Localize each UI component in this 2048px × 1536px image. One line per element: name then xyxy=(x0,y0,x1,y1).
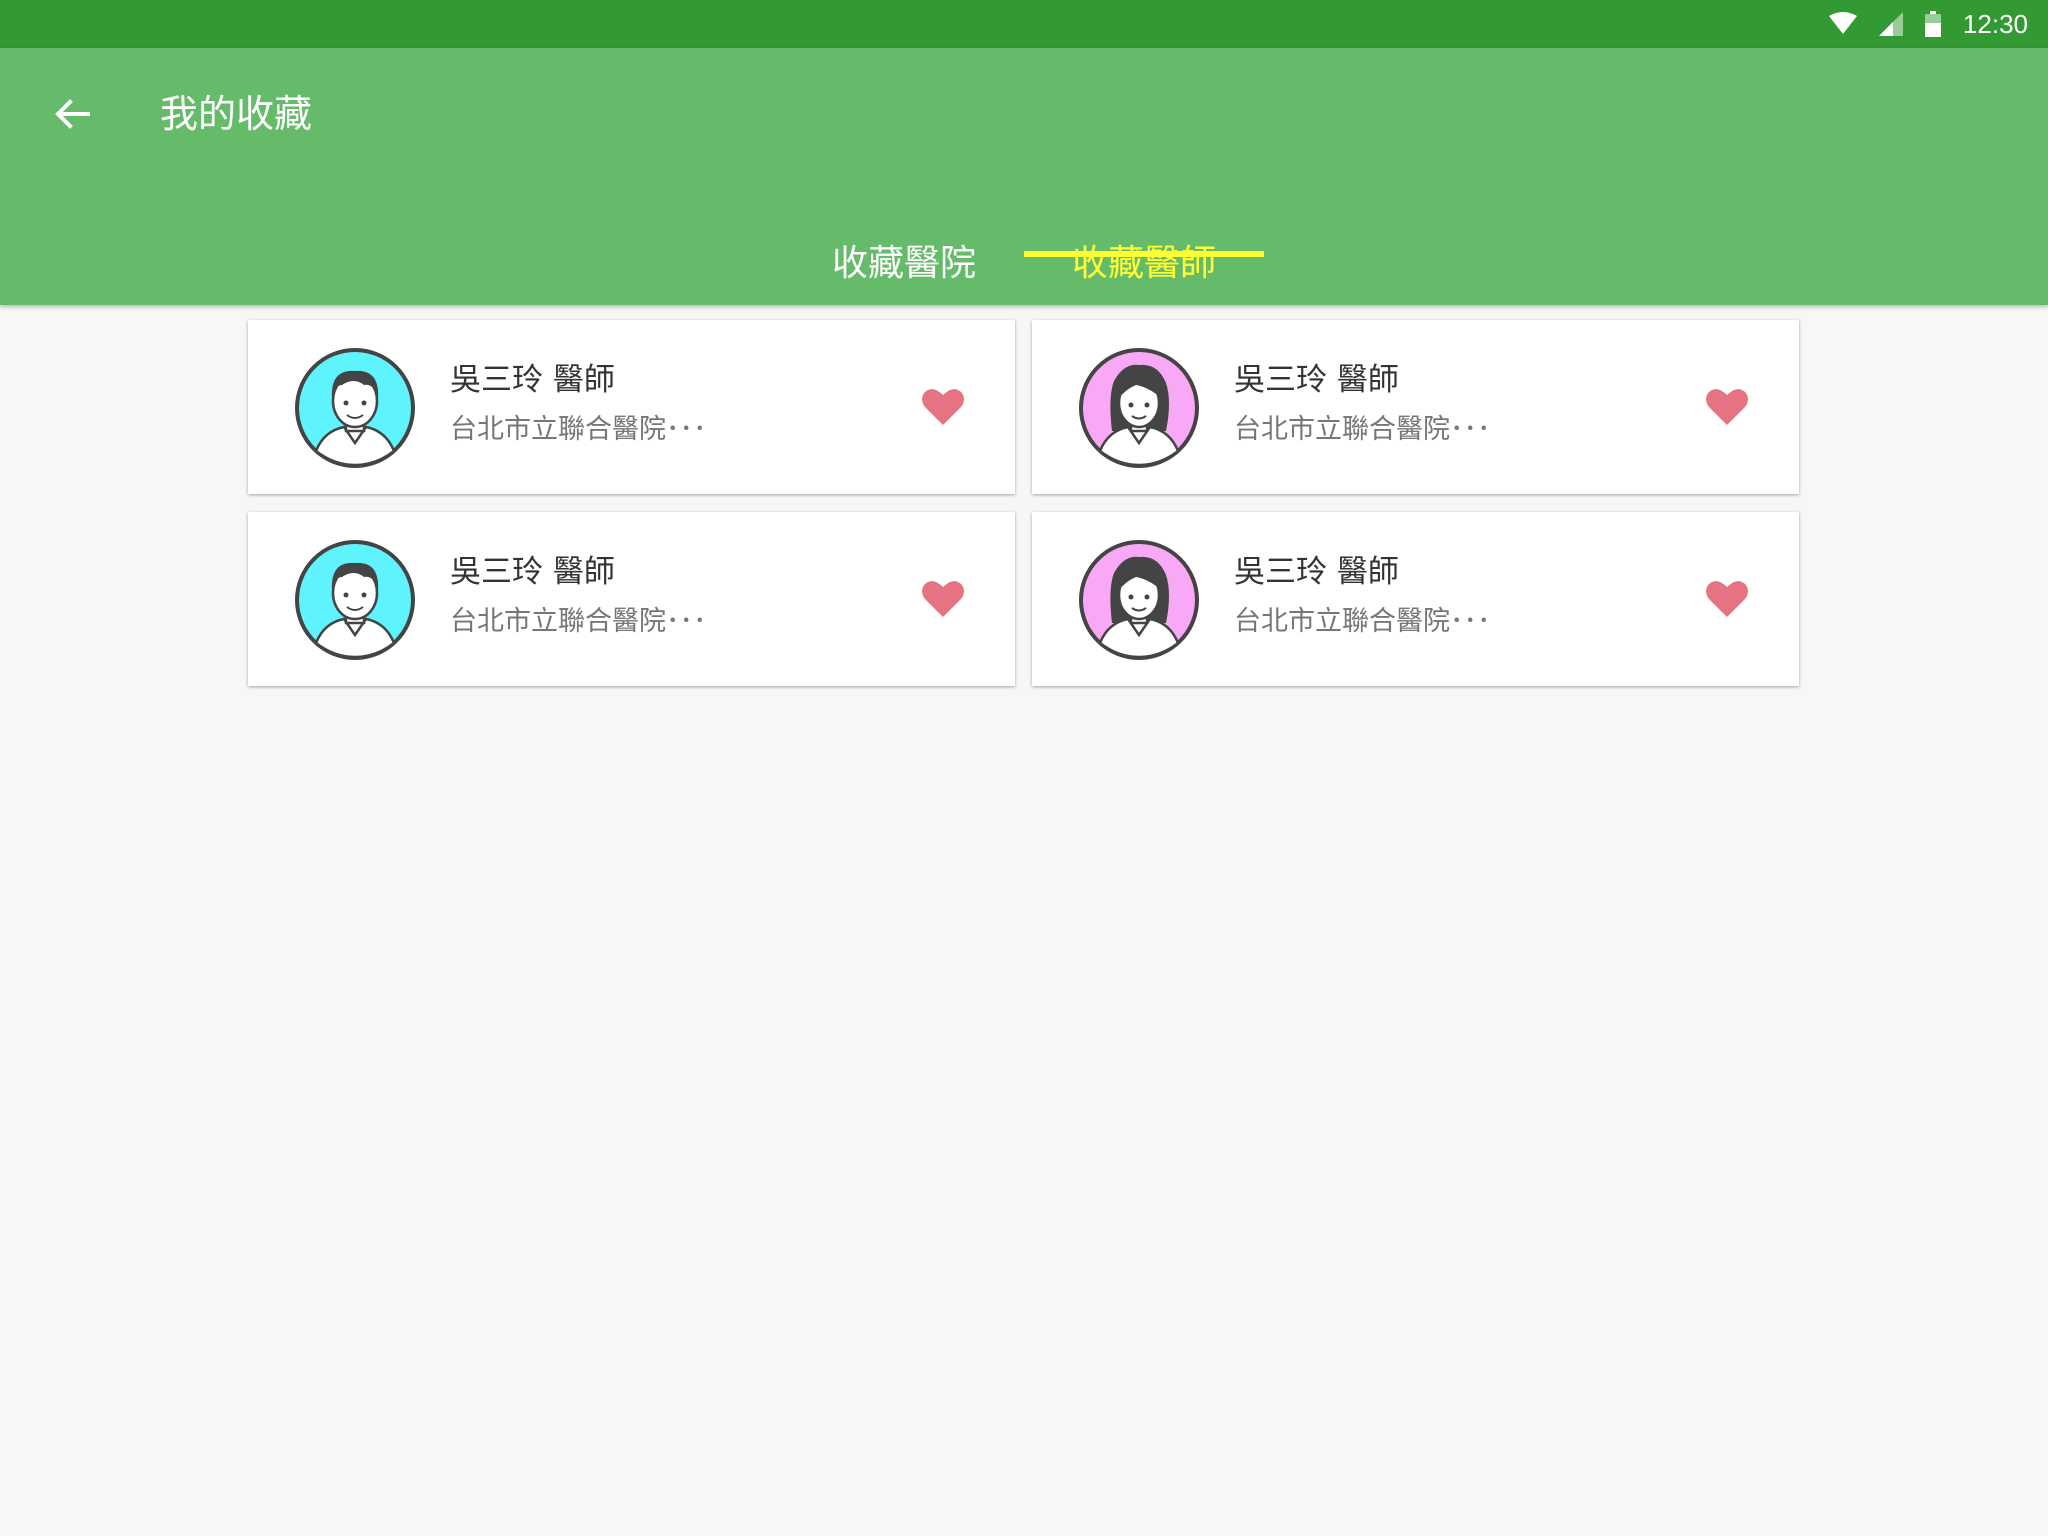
doctor-card[interactable]: 吳三玲 醫師 台北市立聯合醫院･･･ xyxy=(1032,320,1799,494)
doctor-hospital: 台北市立聯合醫院･･･ xyxy=(450,414,707,445)
tab-favorite-doctors[interactable]: 收藏醫師 xyxy=(1024,180,1264,284)
back-button[interactable] xyxy=(48,90,96,138)
wifi-icon xyxy=(1828,12,1857,36)
status-time: 12:30 xyxy=(1962,8,2028,39)
doctor-card[interactable]: 吳三玲 醫師 台北市立聯合醫院･･･ xyxy=(1032,512,1799,686)
female-doctor-avatar-icon xyxy=(1079,540,1199,660)
doctor-hospital: 台北市立聯合醫院･･･ xyxy=(450,606,707,637)
tab-favorite-hospitals[interactable]: 收藏醫院 xyxy=(784,180,1024,284)
tab-label: 收藏醫師 xyxy=(1071,243,1216,284)
male-doctor-avatar-icon xyxy=(295,348,415,468)
doctor-name: 吳三玲 醫師 xyxy=(1234,554,1399,590)
heart-icon[interactable] xyxy=(1705,386,1749,426)
app-bar: 我的收藏 xyxy=(0,48,2048,305)
doctor-name: 吳三玲 醫師 xyxy=(1234,362,1399,398)
male-doctor-avatar-icon xyxy=(295,540,415,660)
page-title: 我的收藏 xyxy=(160,92,313,136)
doctor-card[interactable]: 吳三玲 醫師 台北市立聯合醫院･･･ xyxy=(248,512,1015,686)
back-arrow-icon xyxy=(55,99,90,129)
battery-icon xyxy=(1924,11,1941,37)
status-bar: 12:30 xyxy=(0,0,2048,48)
heart-icon[interactable] xyxy=(921,578,965,618)
cell-signal-icon xyxy=(1878,12,1903,36)
doctor-name: 吳三玲 醫師 xyxy=(450,362,615,398)
tab-indicator xyxy=(1024,251,1264,257)
heart-icon[interactable] xyxy=(921,386,965,426)
tab-label: 收藏醫院 xyxy=(831,243,976,284)
doctor-hospital: 台北市立聯合醫院･･･ xyxy=(1234,606,1491,637)
female-doctor-avatar-icon xyxy=(1079,348,1199,468)
doctor-name: 吳三玲 醫師 xyxy=(450,554,615,590)
heart-icon[interactable] xyxy=(1705,578,1749,618)
doctor-card[interactable]: 吳三玲 醫師 台北市立聯合醫院･･･ xyxy=(248,320,1015,494)
doctor-hospital: 台北市立聯合醫院･･･ xyxy=(1234,414,1491,445)
